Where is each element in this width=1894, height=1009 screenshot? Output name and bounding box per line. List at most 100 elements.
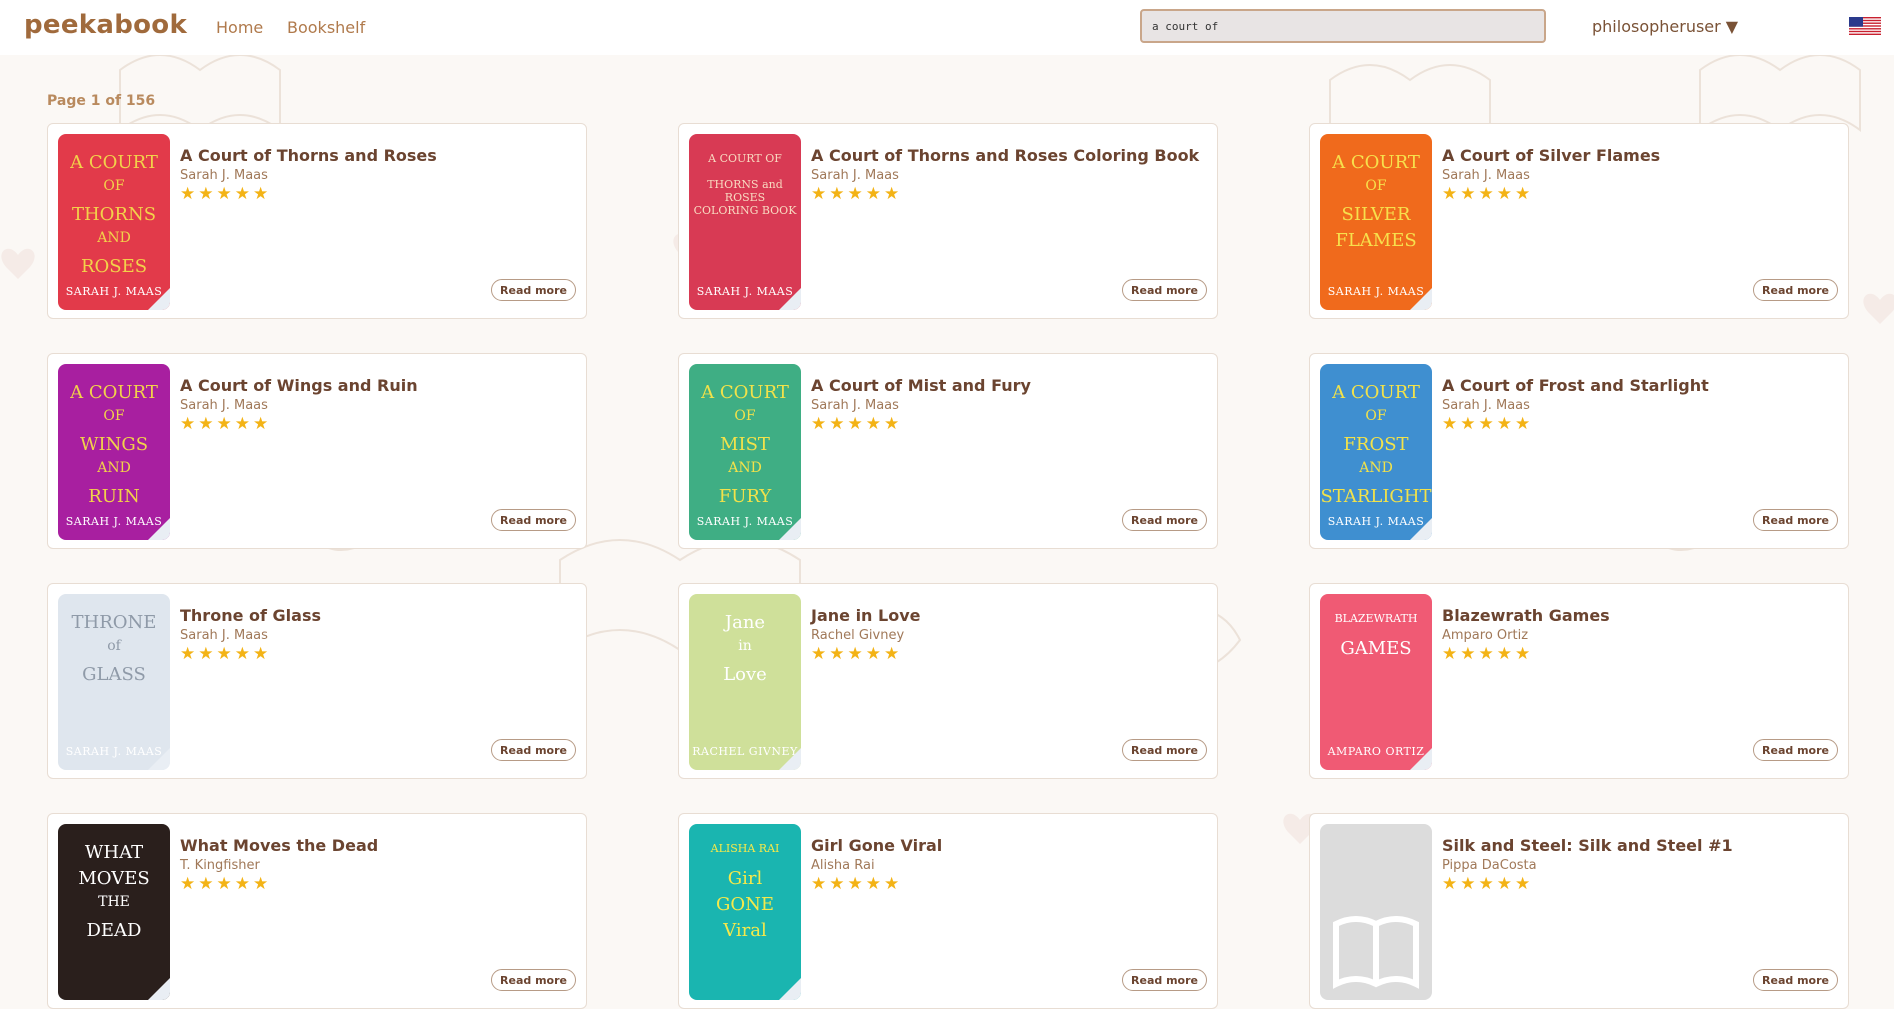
book-author: Sarah J. Maas — [811, 168, 899, 183]
book-cover-image[interactable]: A COURT OF THORNS and ROSES COLORING BOOK S… — [689, 134, 801, 310]
book-cover-image[interactable]: A COURT OF FROST AND STARLIGHT SARAH J. MAAS — [1320, 364, 1432, 540]
cover-text: GONE — [715, 894, 775, 915]
book-author: Sarah J. Maas — [180, 168, 268, 183]
read-more-button[interactable]: Read more — [1753, 279, 1838, 301]
cover-text: FROST — [1343, 434, 1409, 455]
read-more-button[interactable]: Read more — [1753, 969, 1838, 991]
read-more-button[interactable]: Read more — [1122, 279, 1207, 301]
page-curl-icon — [148, 518, 170, 540]
cover-text: COLORING BOOK — [693, 204, 797, 217]
cover-text: OF — [1365, 408, 1387, 424]
star-rating-icon: ★★★★★ — [811, 874, 903, 894]
cover-text: A COURT — [1332, 152, 1420, 173]
star-rating-icon: ★★★★★ — [1442, 414, 1534, 434]
book-card: Silk and Steel: Silk and Steel #1 Pippa D… — [1309, 813, 1849, 1009]
book-cover-image[interactable]: A COURT OF SILVER FLAMES SARAH J. MAAS — [1320, 134, 1432, 310]
cover-text: DEAD — [86, 920, 142, 941]
cover-text: of — [107, 638, 121, 654]
book-card: A COURT OF FROST AND STARLIGHT SARAH J. MAAS A… — [1309, 353, 1849, 549]
book-author: Amparo Ortiz — [1442, 628, 1529, 643]
book-title[interactable]: A Court of Silver Flames — [1442, 146, 1660, 165]
us-flag-icon[interactable] — [1849, 17, 1881, 35]
cover-text: AND — [97, 230, 131, 246]
cover-text: SILVER — [1341, 204, 1411, 225]
app-logo[interactable]: peekabook — [24, 10, 187, 40]
book-title[interactable]: A Court of Frost and Starlight — [1442, 376, 1709, 395]
read-more-button[interactable]: Read more — [491, 969, 576, 991]
book-author: Sarah J. Maas — [180, 628, 268, 643]
star-rating-icon: ★★★★★ — [1442, 644, 1534, 664]
cover-text: OF — [103, 178, 125, 194]
cover-text: WHAT — [84, 842, 144, 863]
cover-text: THORNS and ROSES — [707, 178, 783, 204]
book-title[interactable]: Throne of Glass — [180, 606, 321, 625]
page-curl-icon — [779, 518, 801, 540]
book-cover-image[interactable]: A COURT OF MIST AND FURY SARAH J. MAAS — [689, 364, 801, 540]
book-author: Sarah J. Maas — [811, 398, 899, 413]
cover-text: AND — [728, 460, 762, 476]
book-card: A COURT OF THORNS and ROSES COLORING BOOK S… — [678, 123, 1218, 319]
page-curl-icon — [1410, 288, 1432, 310]
book-author: T. Kingfisher — [180, 858, 260, 873]
cover-text: RUIN — [88, 486, 140, 507]
book-cover-image[interactable]: A COURT OF THORNS AND ROSES SARAH J. MAAS — [58, 134, 170, 310]
book-card: BLAZEWRATH GAMES AMPARO ORTIZ Blazewrath Ga… — [1309, 583, 1849, 779]
book-author: Sarah J. Maas — [180, 398, 268, 413]
cover-text: AND — [97, 460, 131, 476]
cover-text: THORNS — [71, 204, 157, 225]
star-rating-icon: ★★★★★ — [1442, 874, 1534, 894]
cover-text: FLAMES — [1335, 230, 1417, 251]
user-menu-dropdown[interactable]: philosopheruser ▼ — [1592, 17, 1738, 36]
book-title[interactable]: Jane in Love — [811, 606, 920, 625]
book-title[interactable]: A Court of Wings and Ruin — [180, 376, 418, 395]
book-cover-image[interactable]: Jane in Love RACHEL GIVNEY — [689, 594, 801, 770]
book-cover-image[interactable]: THRONE of GLASS SARAH J. MAAS — [58, 594, 170, 770]
page-curl-icon — [779, 288, 801, 310]
nav-home-link[interactable]: Home — [216, 18, 263, 37]
book-title[interactable]: What Moves the Dead — [180, 836, 378, 855]
nav-bookshelf-link[interactable]: Bookshelf — [287, 18, 365, 37]
book-title[interactable]: A Court of Thorns and Roses Coloring Boo… — [811, 146, 1199, 165]
read-more-button[interactable]: Read more — [1122, 739, 1207, 761]
cover-text: BLAZEWRATH — [1334, 612, 1418, 625]
book-cover-image[interactable]: ALISHA RAI Girl GONE Viral — [689, 824, 801, 1000]
search-input[interactable] — [1140, 9, 1546, 43]
read-more-button[interactable]: Read more — [1122, 509, 1207, 531]
cover-text: Viral — [723, 920, 767, 941]
book-cover-image[interactable] — [1320, 824, 1432, 1000]
book-card: A COURT OF THORNS AND ROSES SARAH J. MAAS A Co… — [47, 123, 587, 319]
cover-text: A COURT — [70, 152, 158, 173]
book-card: A COURT OF WINGS AND RUIN SARAH J. MAAS A Cour… — [47, 353, 587, 549]
cover-text: Love — [723, 664, 767, 685]
book-title[interactable]: Blazewrath Games — [1442, 606, 1610, 625]
cover-text: OF — [103, 408, 125, 424]
read-more-button[interactable]: Read more — [491, 509, 576, 531]
read-more-button[interactable]: Read more — [1122, 969, 1207, 991]
star-rating-icon: ★★★★★ — [180, 414, 272, 434]
page-curl-icon — [148, 748, 170, 770]
book-cover-image[interactable]: A COURT OF WINGS AND RUIN SARAH J. MAAS — [58, 364, 170, 540]
book-title[interactable]: Silk and Steel: Silk and Steel #1 — [1442, 836, 1733, 855]
page-curl-icon — [779, 978, 801, 1000]
book-title[interactable]: Girl Gone Viral — [811, 836, 942, 855]
cover-text: in — [738, 638, 752, 654]
read-more-button[interactable]: Read more — [1753, 739, 1838, 761]
book-cover-image[interactable]: BLAZEWRATH GAMES AMPARO ORTIZ — [1320, 594, 1432, 770]
read-more-button[interactable]: Read more — [491, 739, 576, 761]
read-more-button[interactable]: Read more — [491, 279, 576, 301]
book-card: Jane in Love RACHEL GIVNEY Jane in Love Rache… — [678, 583, 1218, 779]
read-more-button[interactable]: Read more — [1753, 509, 1838, 531]
book-placeholder-icon — [1333, 916, 1419, 989]
book-cover-image[interactable]: WHAT MOVES THE DEAD — [58, 824, 170, 1000]
book-title[interactable]: A Court of Thorns and Roses — [180, 146, 437, 165]
book-author: Alisha Rai — [811, 858, 875, 873]
cover-text: GLASS — [82, 664, 146, 685]
cover-text: OF — [1365, 178, 1387, 194]
book-card: THRONE of GLASS SARAH J. MAAS Throne of Glas… — [47, 583, 587, 779]
cover-text: ALISHA RAI — [710, 842, 780, 855]
book-title[interactable]: A Court of Mist and Fury — [811, 376, 1031, 395]
cover-text: A COURT — [70, 382, 158, 403]
book-card: ALISHA RAI Girl GONE Viral Girl Gone Viral Al… — [678, 813, 1218, 1009]
cover-text: A COURT OF — [708, 152, 782, 165]
book-author: Sarah J. Maas — [1442, 398, 1530, 413]
